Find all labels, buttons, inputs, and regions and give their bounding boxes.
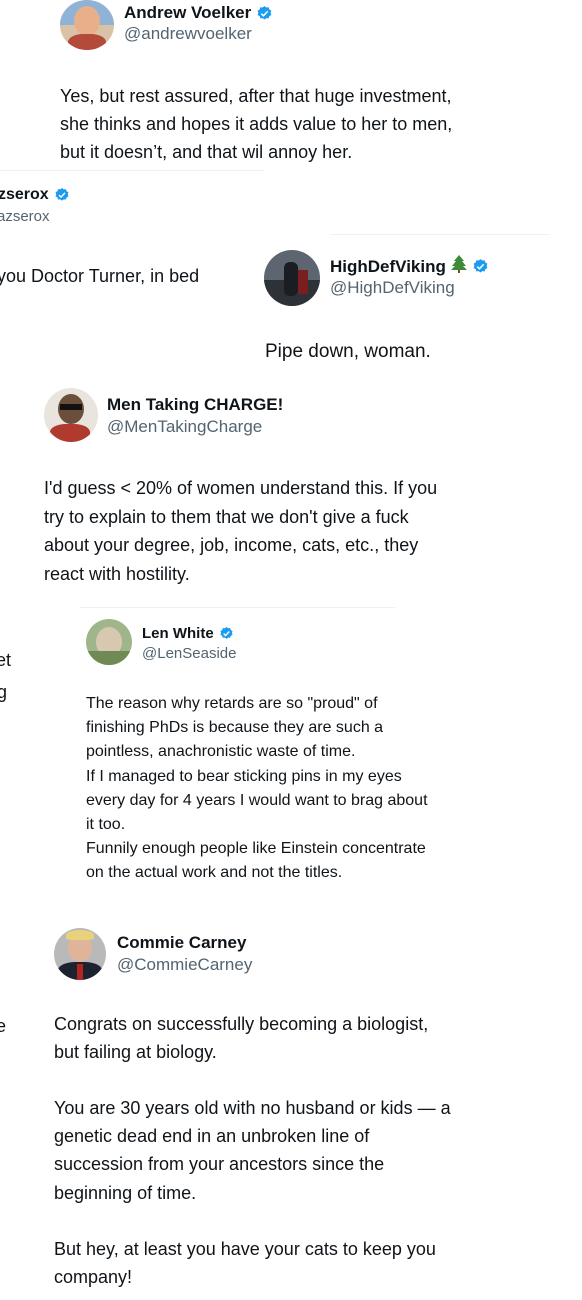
verified-badge-icon [472, 258, 489, 275]
tweet-text-commie-carney: Congrats on successfully becoming a biol… [54, 1014, 451, 1287]
author-name-text: zserox [0, 186, 49, 203]
author-handle-zserox[interactable]: azserox [0, 208, 50, 225]
cropped-text-fragment: g [0, 682, 8, 702]
tweet-text-men-taking-charge: I'd guess < 20% of women understand this… [44, 478, 438, 584]
author-name-text: Len White [142, 625, 214, 642]
divider [80, 607, 395, 608]
author-handle-commie-carney[interactable]: @CommieCarney [117, 955, 252, 975]
author-name-commie-carney[interactable]: Commie Carney [117, 933, 246, 953]
verified-badge-icon [54, 187, 70, 203]
tweet-text-zserox: you Doctor Turner, in bed [0, 266, 200, 286]
author-name-text: HighDefViking [330, 256, 446, 276]
divider [0, 170, 265, 171]
avatar-len-white[interactable] [86, 619, 132, 665]
author-name-andrew-voelker[interactable]: Andrew Voelker [124, 3, 273, 23]
cropped-text-fragment: et [0, 650, 12, 670]
avatar-commie-carney[interactable] [54, 928, 106, 980]
evergreen-tree-icon [450, 255, 467, 278]
tweet-text-andrew-voelker: Yes, but rest assured, after that huge i… [60, 86, 453, 162]
author-handle-andrew-voelker[interactable]: @andrewvoelker [124, 24, 252, 44]
tweet-text-len-white: The reason why retards are so "proud" of… [86, 695, 428, 882]
tweet-text-highdefviking: Pipe down, woman. [265, 341, 431, 362]
verified-badge-icon [256, 5, 273, 22]
author-handle-men-taking-charge[interactable]: @MenTakingCharge [107, 417, 262, 437]
avatar-highdefviking[interactable] [264, 250, 320, 306]
author-name-highdefviking[interactable]: HighDefViking [330, 255, 489, 278]
author-name-len-white[interactable]: Len White [142, 625, 234, 642]
author-name-zserox[interactable]: zserox [0, 186, 70, 204]
author-handle-len-white[interactable]: @LenSeaside [142, 645, 236, 662]
author-name-text: Andrew Voelker [124, 3, 252, 22]
cropped-text-fragment: e [0, 1016, 7, 1036]
author-name-men-taking-charge[interactable]: Men Taking CHARGE! [107, 395, 283, 415]
avatar-andrew-voelker[interactable] [60, 0, 114, 50]
avatar-men-taking-charge[interactable] [44, 388, 98, 442]
divider [330, 234, 550, 235]
verified-badge-icon [219, 626, 234, 641]
author-handle-highdefviking[interactable]: @HighDefViking [330, 278, 455, 298]
